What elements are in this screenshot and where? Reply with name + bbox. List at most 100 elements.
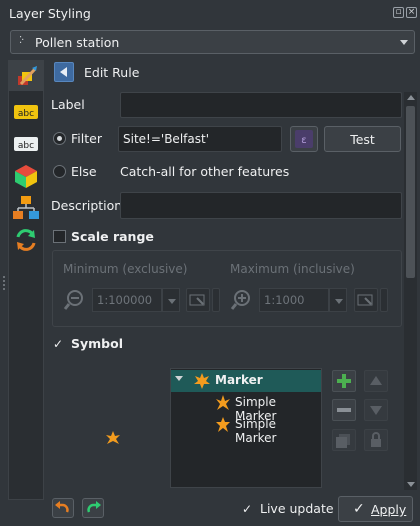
duplicate-icon: [336, 434, 350, 448]
close-icon[interactable]: ×: [406, 7, 417, 18]
scale-max-value: 1:1000: [264, 293, 305, 307]
back-button[interactable]: [54, 62, 74, 82]
scroll-down-icon[interactable]: [407, 482, 415, 487]
svg-text:abc: abc: [18, 109, 34, 119]
filter-expression-value: Site!='Belfast': [123, 132, 209, 146]
arrow-down-icon: [370, 406, 382, 415]
chevron-down-icon: [400, 40, 408, 45]
scale-max-label: Maximum (inclusive): [230, 262, 355, 276]
lock-layer-button[interactable]: [364, 429, 388, 451]
remove-symbol-layer-button[interactable]: [332, 399, 356, 421]
lock-icon: [371, 432, 381, 447]
scale-max-input[interactable]: 1:1000: [259, 288, 329, 312]
marker-icon: [194, 373, 210, 389]
sidebar-item-labels[interactable]: abc: [9, 97, 43, 127]
point-layer-icon: ⁚·: [19, 35, 24, 46]
live-update-label: Live update: [260, 501, 334, 516]
scrollbar-thumb[interactable]: [406, 106, 415, 278]
description-field-label: Description: [51, 198, 123, 213]
float-icon[interactable]: ▫: [393, 7, 404, 18]
tree-item-simple-marker[interactable]: Simple Marker: [171, 414, 321, 445]
scale-min-label: Minimum (exclusive): [63, 262, 188, 276]
scale-min-canvas-button[interactable]: [186, 288, 210, 312]
labels-icon: abc: [14, 105, 38, 119]
else-radio[interactable]: [53, 165, 66, 178]
add-icon: [337, 374, 351, 388]
expression-icon: ε: [295, 130, 313, 148]
label-field-label: Label: [51, 97, 85, 112]
tree-item-marker[interactable]: Marker: [171, 370, 321, 392]
symbol-checkbox[interactable]: ✓: [53, 337, 66, 351]
tree-item-label: Simple Marker: [235, 417, 277, 445]
apply-button[interactable]: ✓ Apply: [338, 496, 413, 522]
move-up-button[interactable]: [364, 370, 388, 392]
filter-label: Filter: [71, 131, 102, 146]
redo-button[interactable]: [82, 498, 104, 518]
zoom-in-icon: [230, 290, 250, 310]
arrow-up-icon: [370, 376, 382, 385]
layer-selector[interactable]: ⁚· Pollen station: [10, 30, 415, 54]
vertical-scrollbar[interactable]: [404, 92, 417, 490]
else-description: Catch-all for other features: [120, 164, 290, 179]
check-icon: ✓: [53, 337, 64, 351]
simple-marker-icon: [216, 395, 230, 410]
test-button-label: Test: [350, 132, 375, 147]
move-down-button[interactable]: [364, 399, 388, 421]
tree-item-simple-marker[interactable]: Simple Marker: [171, 392, 321, 423]
symbology-icon: [18, 66, 37, 86]
undo-icon: [55, 501, 69, 513]
history-icon: [16, 229, 36, 251]
label-input[interactable]: [120, 92, 402, 118]
zoom-out-icon: [63, 290, 83, 310]
scale-range-checkbox[interactable]: [53, 230, 66, 243]
3d-view-icon: [15, 165, 37, 188]
diagrams-icon: [13, 196, 39, 219]
test-button[interactable]: Test: [324, 126, 401, 152]
scale-min-menu-button[interactable]: [212, 288, 220, 312]
duplicate-symbol-layer-button[interactable]: [332, 429, 356, 451]
check-icon: ✓: [353, 501, 365, 517]
symbol-layer-tree[interactable]: Marker Simple Marker Simple Marker: [170, 368, 322, 488]
sidebar-item-history[interactable]: [9, 225, 43, 255]
scale-max-canvas-button[interactable]: [354, 288, 378, 312]
tree-item-label: Marker: [215, 373, 263, 387]
symbol-preview: [52, 360, 166, 488]
svg-text:abc: abc: [18, 141, 34, 151]
sidebar-item-3d-view[interactable]: [9, 161, 43, 191]
remove-icon: [337, 408, 351, 412]
scroll-up-icon[interactable]: [407, 95, 415, 100]
map-canvas-icon: [189, 294, 205, 306]
sidebar-item-masks[interactable]: abc: [9, 129, 43, 159]
redo-icon: [87, 501, 101, 513]
undo-button[interactable]: [52, 498, 74, 518]
window-title: Layer Styling: [9, 6, 91, 21]
apply-button-label: Apply: [371, 502, 407, 517]
scale-max-dropdown[interactable]: [329, 288, 347, 312]
marker-preview-icon: [106, 431, 120, 444]
title-bar: Layer Styling ▫ ×: [0, 0, 420, 26]
check-icon: ✓: [242, 502, 253, 516]
scale-range-label: Scale range: [71, 229, 154, 244]
expand-arrow-icon[interactable]: [175, 376, 183, 381]
star-marker-icon: [216, 417, 230, 432]
scale-max-menu-button[interactable]: [380, 288, 388, 312]
styling-sidebar: abc abc: [8, 60, 44, 500]
expression-builder-button[interactable]: ε: [290, 126, 318, 152]
sidebar-item-diagrams[interactable]: [9, 193, 43, 223]
else-label: Else: [71, 164, 97, 179]
scale-min-value: 1:100000: [97, 293, 153, 307]
add-symbol-layer-button[interactable]: [332, 370, 356, 392]
filter-expression-input[interactable]: Site!='Belfast': [118, 126, 282, 152]
scale-min-dropdown[interactable]: [162, 288, 180, 312]
filter-radio[interactable]: [53, 132, 66, 145]
svg-text:ε: ε: [301, 135, 306, 146]
layer-selector-value: Pollen station: [35, 35, 120, 50]
sidebar-item-symbology[interactable]: [9, 61, 43, 91]
page-title: Edit Rule: [84, 65, 140, 80]
live-update-checkbox[interactable]: ✓: [242, 502, 255, 516]
map-canvas-icon: [357, 294, 373, 306]
description-input[interactable]: [120, 192, 402, 219]
splitter-handle[interactable]: [3, 276, 5, 290]
scale-min-input[interactable]: 1:100000: [92, 288, 162, 312]
symbol-label: Symbol: [71, 336, 123, 351]
